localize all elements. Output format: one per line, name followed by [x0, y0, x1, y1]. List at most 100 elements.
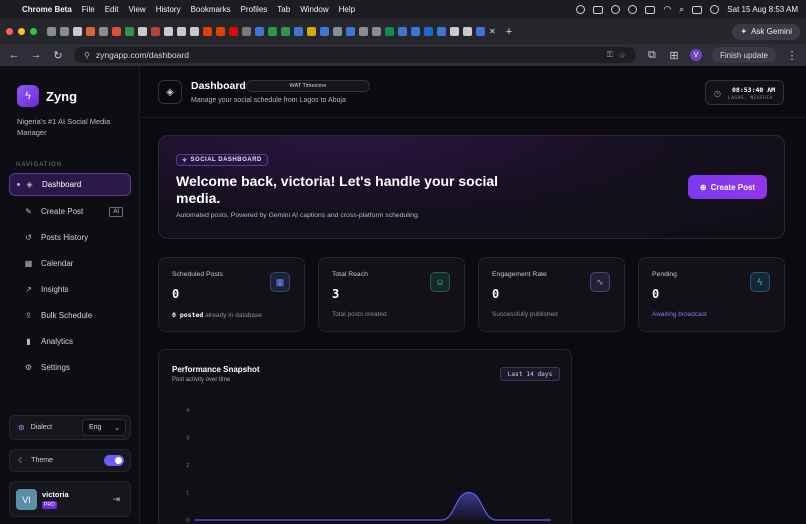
forward-icon[interactable]: →: [30, 49, 42, 61]
puzzle-icon[interactable]: ⊞: [668, 49, 680, 62]
control-center-icon[interactable]: [692, 5, 703, 14]
search-icon[interactable]: ⌕: [679, 4, 684, 15]
browser-tabstrip: ✕ + ✦ Ask Gemini: [0, 19, 806, 44]
sidebar-item-insights[interactable]: ↗ Insights: [9, 278, 131, 301]
pinned-tab-favicon-icon[interactable]: [398, 27, 407, 36]
pinned-tab-favicon-icon[interactable]: [242, 27, 251, 36]
pinned-tab-favicon-icon[interactable]: [125, 27, 134, 36]
menu-window[interactable]: Window: [300, 5, 328, 14]
y-tick-label: 4: [186, 408, 189, 414]
menu-file[interactable]: File: [82, 5, 95, 14]
pinned-tab-favicon-icon[interactable]: [112, 27, 121, 36]
menubar-datetime[interactable]: Sat 15 Aug 8:53 AM: [727, 5, 798, 14]
pinned-tab-favicon-icon[interactable]: [216, 27, 225, 36]
sidebar-item-analytics[interactable]: ▮ Analytics: [9, 330, 131, 353]
new-tab-icon[interactable]: +: [506, 26, 512, 38]
bookmark-star-icon[interactable]: ☆: [619, 51, 626, 60]
wifi-icon[interactable]: ◠: [663, 4, 671, 15]
clock-location: LAGOS, NIGERIA: [728, 96, 773, 101]
pinned-tab-favicon-icon[interactable]: [359, 27, 368, 36]
pinned-tab-favicon-icon[interactable]: [73, 27, 82, 36]
pinned-tab-favicon-icon[interactable]: [372, 27, 381, 36]
pinned-tab-favicon-icon[interactable]: [177, 27, 186, 36]
minimize-window-icon[interactable]: [18, 28, 25, 35]
profile-avatar[interactable]: V: [689, 49, 702, 61]
screen: Chrome Beta File Edit View History Bookm…: [0, 0, 806, 524]
pinned-tab-favicon-icon[interactable]: [281, 27, 290, 36]
pinned-tab-favicon-icon[interactable]: [385, 27, 394, 36]
stat-note-text: Total posts created: [332, 311, 387, 318]
menu-view[interactable]: View: [128, 5, 145, 14]
pinned-tab-favicon-icon[interactable]: [268, 27, 277, 36]
zyng-logo-icon[interactable]: ϟ: [17, 85, 39, 107]
theme-toggle[interactable]: [104, 455, 124, 466]
pinned-tab-favicon-icon[interactable]: [307, 27, 316, 36]
back-icon[interactable]: ←: [8, 49, 20, 61]
sidebar-item-create-post[interactable]: ✎ Create Post AI: [9, 200, 131, 223]
key-icon[interactable]: ⚿: [607, 50, 613, 60]
moon-icon[interactable]: [611, 5, 621, 14]
pinned-tab-favicon-icon[interactable]: [60, 27, 69, 36]
menu-help[interactable]: Help: [339, 5, 355, 14]
display-icon[interactable]: [593, 5, 604, 14]
zoom-window-icon[interactable]: [30, 28, 37, 35]
pinned-tab-favicon-icon[interactable]: [47, 27, 56, 36]
stat-note-text: Awaiting broadcast: [652, 311, 707, 318]
pinned-tab-favicon-icon[interactable]: [424, 27, 433, 36]
reload-icon[interactable]: ↻: [52, 49, 64, 62]
stat-value: 0: [172, 287, 180, 301]
create-post-label: Create Post: [710, 182, 756, 192]
site-info-icon[interactable]: ⚲: [84, 51, 90, 60]
pinned-tab-favicon-icon[interactable]: [320, 27, 329, 36]
sidebar-item-bulk-schedule[interactable]: ⇪ Bulk Schedule: [9, 304, 131, 327]
logout-icon[interactable]: ⇥: [112, 494, 120, 505]
performance-subtitle: Post activity over time: [172, 377, 231, 383]
menu-app-name[interactable]: Chrome Beta: [22, 5, 72, 14]
sidebar-item-dashboard[interactable]: ◈ Dashboard: [9, 173, 131, 196]
ask-gemini-button[interactable]: ✦ Ask Gemini: [732, 23, 800, 40]
status-icon[interactable]: [576, 5, 586, 14]
close-window-icon[interactable]: [6, 28, 13, 35]
pinned-tab-favicon-icon[interactable]: [346, 27, 355, 36]
pinned-tab-favicon-icon[interactable]: [450, 27, 459, 36]
user-card[interactable]: VI victoria PRO ⇥: [9, 481, 131, 517]
menu-tab[interactable]: Tab: [277, 5, 290, 14]
pinned-tab-favicon-icon[interactable]: [151, 27, 160, 36]
pinned-tab-favicon-icon[interactable]: [229, 27, 238, 36]
sidebar-item-calendar[interactable]: ▦ Calendar: [9, 252, 131, 275]
brand-name: Zyng: [46, 89, 78, 104]
pinned-tab-favicon-icon[interactable]: [437, 27, 446, 36]
close-tab-icon[interactable]: ✕: [489, 27, 496, 36]
create-post-button[interactable]: ⊕ Create Post: [688, 175, 767, 199]
pinned-tab-favicon-icon[interactable]: [411, 27, 420, 36]
pinned-tab-favicon-icon[interactable]: [333, 27, 342, 36]
menu-bookmarks[interactable]: Bookmarks: [191, 5, 231, 14]
pinned-tab-favicon-icon[interactable]: [86, 27, 95, 36]
extension-icon[interactable]: ⧉: [646, 49, 658, 62]
pinned-tab-favicon-icon[interactable]: [294, 27, 303, 36]
pinned-tabs: ✕ +: [47, 26, 512, 38]
sidebar-item-posts-history[interactable]: ↺ Posts History: [9, 226, 131, 249]
battery-icon[interactable]: [645, 5, 656, 14]
menu-history[interactable]: History: [156, 5, 181, 14]
pinned-tab-favicon-icon[interactable]: [476, 27, 485, 36]
sidebar-item-settings[interactable]: ⚙ Settings: [9, 356, 131, 379]
dialect-select[interactable]: Eng ⌄: [82, 419, 126, 436]
pinned-tab-favicon-icon[interactable]: [190, 27, 199, 36]
pinned-tab-favicon-icon[interactable]: [463, 27, 472, 36]
pinned-tab-favicon-icon[interactable]: [138, 27, 147, 36]
menu-edit[interactable]: Edit: [105, 5, 119, 14]
nav-heading: NAVIGATION: [16, 162, 63, 168]
pinned-tab-favicon-icon[interactable]: [255, 27, 264, 36]
kebab-menu-icon[interactable]: ⋮: [786, 49, 798, 62]
pinned-tab-favicon-icon[interactable]: [164, 27, 173, 36]
finish-update-button[interactable]: Finish update: [711, 47, 776, 63]
performance-chart: 01234Aug 2Aug 3Aug 4Aug 5Aug 6Aug 7Aug 8…: [186, 408, 551, 524]
address-bar[interactable]: ⚲ zyngapp.com/dashboard ⚿ ☆: [74, 47, 636, 63]
pinned-tab-favicon-icon[interactable]: [203, 27, 212, 36]
user-icon[interactable]: [710, 5, 720, 14]
menu-profiles[interactable]: Profiles: [241, 5, 268, 14]
range-button[interactable]: Last 14 days: [500, 367, 560, 381]
pinned-tab-favicon-icon[interactable]: [99, 27, 108, 36]
play-icon[interactable]: [628, 5, 638, 14]
